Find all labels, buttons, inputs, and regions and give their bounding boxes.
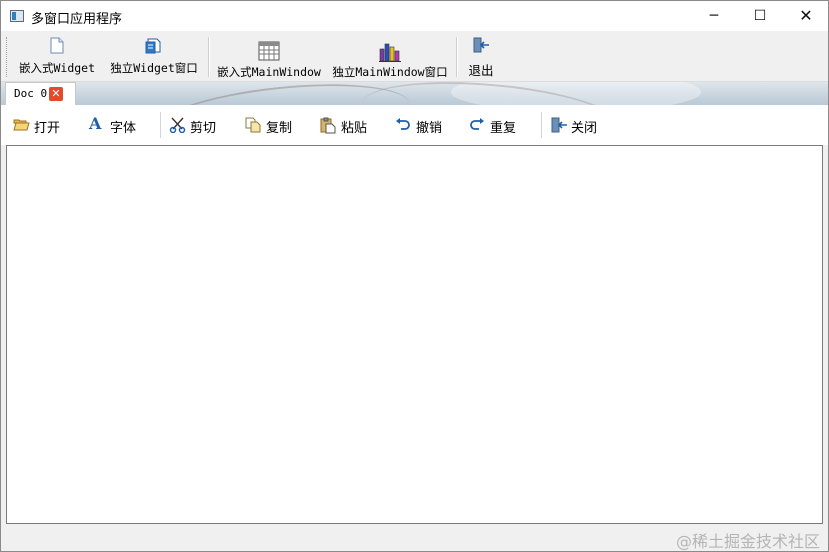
open-button[interactable]: 打开 — [13, 115, 69, 137]
embed-mainwindow-label: 嵌入式MainWindow — [217, 65, 321, 79]
edit-toolbar: 打开 A 字体 剪切 复制 粘贴 撤销 重复 关闭 — [1, 105, 828, 145]
embed-widget-button[interactable]: 嵌入式Widget — [15, 35, 99, 77]
open-label: 打开 — [34, 121, 61, 136]
document-icon — [50, 37, 64, 54]
minimize-button[interactable]: ─ — [691, 1, 737, 31]
table-grid-icon — [258, 41, 280, 61]
close-document-button[interactable]: 关闭 — [550, 115, 606, 137]
standalone-mainwindow-label: 独立MainWindow窗口 — [332, 65, 448, 79]
undo-icon — [396, 118, 410, 130]
close-door-icon — [551, 117, 567, 133]
copy-label: 复制 — [266, 121, 293, 136]
toolbar-separator — [208, 37, 210, 77]
paste-label: 粘贴 — [341, 121, 368, 136]
toolbar-separator — [456, 37, 458, 77]
standalone-mainwindow-button[interactable]: 独立MainWindow窗口 — [331, 35, 449, 79]
embed-widget-label: 嵌入式Widget — [18, 61, 96, 75]
exit-button[interactable]: 退出 — [463, 35, 499, 78]
mdi-tab-bar: Doc 0 ✕ — [1, 82, 828, 105]
undo-button[interactable]: 撤销 — [395, 115, 451, 137]
maximize-button[interactable]: ☐ — [737, 1, 783, 31]
exit-label: 退出 — [468, 63, 494, 78]
font-button[interactable]: A 字体 — [89, 114, 145, 137]
watermark: @稀土掘金技术社区 — [675, 532, 820, 551]
standalone-widget-button[interactable]: 独立Widget窗口 — [106, 35, 202, 77]
cut-label: 剪切 — [190, 121, 217, 136]
edit-toolbar-separator — [160, 112, 161, 138]
scissors-icon — [169, 117, 186, 133]
redo-button[interactable]: 重复 — [469, 115, 525, 137]
main-toolbar: 嵌入式Widget 独立Widget窗口 嵌入式MainWindow 独立Mai… — [1, 31, 828, 82]
redo-label: 重复 — [490, 121, 517, 136]
status-bar: @稀土掘金技术社区 — [1, 524, 828, 551]
embed-mainwindow-button[interactable]: 嵌入式MainWindow — [215, 35, 323, 79]
font-label: 字体 — [110, 121, 137, 136]
copy-icon — [245, 117, 261, 133]
bar-chart-icon — [379, 43, 401, 62]
font-icon: A — [89, 114, 102, 133]
paste-clipboard-icon — [320, 117, 336, 134]
toolbar-grip[interactable] — [6, 37, 9, 77]
copy-button[interactable]: 复制 — [245, 115, 301, 137]
edit-toolbar-separator — [541, 112, 542, 138]
exit-door-icon — [473, 37, 489, 53]
close-window-button[interactable]: ✕ — [783, 1, 828, 31]
title-bar[interactable]: 多窗口应用程序 ─ ☐ ✕ — [1, 1, 828, 31]
redo-icon — [470, 118, 484, 130]
cut-button[interactable]: 剪切 — [169, 115, 225, 137]
notebook-icon — [145, 38, 161, 54]
main-window: 多窗口应用程序 ─ ☐ ✕ 嵌入式Widget 独立Widget窗口 嵌入式Ma… — [0, 0, 829, 552]
tab-doc-0[interactable]: Doc 0 ✕ — [5, 82, 76, 105]
folder-open-icon — [13, 119, 30, 131]
tab-label: Doc 0 — [14, 87, 48, 100]
paste-button[interactable]: 粘贴 — [320, 115, 376, 137]
tab-close-icon[interactable]: ✕ — [49, 87, 63, 101]
undo-label: 撤销 — [416, 121, 443, 136]
standalone-widget-label: 独立Widget窗口 — [110, 61, 198, 75]
close-label: 关闭 — [571, 121, 598, 136]
window-title: 多窗口应用程序 — [31, 12, 123, 27]
app-icon — [10, 10, 24, 22]
text-editor[interactable] — [6, 145, 823, 524]
